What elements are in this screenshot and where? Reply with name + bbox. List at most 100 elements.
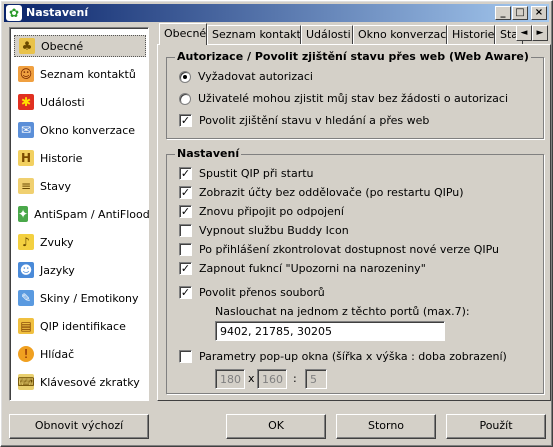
- cancel-button[interactable]: Storno: [336, 414, 436, 439]
- check-web-search[interactable]: ✓ Povolit zjištění stavu v hledání a pře…: [179, 114, 429, 127]
- radio-label: Vyžadovat autorizaci: [198, 70, 313, 83]
- qip-flower-icon: ✿: [6, 5, 22, 21]
- sidebar-item-languages[interactable]: ☻ Jazyky: [14, 259, 146, 281]
- history-icon: H: [18, 150, 34, 166]
- tab-history[interactable]: Historie: [447, 25, 495, 44]
- language-icon: ☻: [18, 262, 34, 278]
- auth-group: Autorizace / Povolit zjištění stavu přes…: [166, 50, 544, 139]
- checkbox-label: Zapnout fukncí "Upozorni na narozeniny": [199, 262, 426, 275]
- maximize-button[interactable]: □: [512, 6, 528, 20]
- checkbox-label: Parametry pop-up okna (šířka x výška : d…: [199, 350, 507, 363]
- sidebar-item-label: Klávesové zkratky: [40, 375, 140, 389]
- checkbox[interactable]: ✓: [179, 205, 192, 218]
- checkbox-label: Povolit přenos souborů: [199, 286, 325, 299]
- sidebar-item-history[interactable]: H Historie: [14, 147, 146, 169]
- popup-width-input[interactable]: 180: [215, 369, 245, 389]
- popup-height-input[interactable]: 160: [257, 369, 287, 389]
- ports-input[interactable]: 9402, 21785, 30205: [215, 321, 445, 341]
- title-bar[interactable]: ✿ Nastavení _ □ ×: [4, 4, 549, 22]
- tab-general[interactable]: Obecné: [159, 23, 207, 45]
- popup-colon-separator: :: [293, 372, 297, 385]
- apply-button[interactable]: Použít: [446, 414, 546, 439]
- minimize-button[interactable]: _: [495, 6, 511, 20]
- sidebar-item-label: Hlídač: [40, 347, 75, 361]
- auth-group-title: Autorizace / Povolit zjištění stavu přes…: [175, 50, 531, 63]
- skins-icon: ✎: [18, 290, 34, 306]
- reset-defaults-button[interactable]: Obnovit výchozí: [9, 414, 149, 439]
- ok-button[interactable]: OK: [226, 414, 326, 439]
- settings-category-list[interactable]: ♣ Obecné ☺ Seznam kontaktů ✱ Události ✉ …: [9, 27, 150, 401]
- window-controls: _ □ ×: [494, 6, 547, 20]
- check-buddy-icon[interactable]: Vypnout službu Buddy Icon: [179, 224, 349, 237]
- sidebar-item-label: Události: [40, 95, 85, 109]
- tab-contacts[interactable]: Seznam kontaktů: [207, 25, 301, 44]
- checkbox[interactable]: ✓: [179, 286, 192, 299]
- checkbox-label: Po přihlášení zkontrolovat dostupnost no…: [199, 243, 500, 256]
- radio-require-auth[interactable]: Vyžadovat autorizaci: [179, 70, 313, 83]
- checkbox[interactable]: ✓: [179, 262, 192, 275]
- contacts-icon: ☺: [18, 66, 34, 82]
- window-title: Nastavení: [26, 6, 89, 19]
- check-popup-params[interactable]: Parametry pop-up okna (šířka x výška : d…: [179, 350, 507, 363]
- qip-id-icon: ▤: [18, 318, 34, 334]
- status-icon: ≡: [18, 178, 34, 194]
- tab-strip: Obecné Seznam kontaktů Události Okno kon…: [157, 23, 551, 45]
- settings-window: ✿ Nastavení _ □ × ♣ Obecné ☺ Seznam kont…: [0, 0, 553, 447]
- close-button[interactable]: ×: [531, 6, 547, 20]
- checkbox[interactable]: ✓: [179, 167, 192, 180]
- checkbox-label: Zobrazit účty bez oddělovače (po restart…: [199, 186, 464, 199]
- checkbox[interactable]: [179, 350, 192, 363]
- radio-no-auth[interactable]: Uživatelé mohou zjistit můj stav bez žád…: [179, 92, 508, 105]
- sidebar-item-sounds[interactable]: ♪ Zvuky: [14, 231, 146, 253]
- sidebar-item-label: Okno konverzace: [40, 123, 136, 137]
- events-icon: ✱: [18, 94, 34, 110]
- check-autostart[interactable]: ✓ Spustit QIP při startu: [179, 167, 314, 180]
- tab-scroll-left-icon[interactable]: ◄: [516, 25, 532, 41]
- hotkeys-icon: ⌨: [17, 374, 35, 390]
- sidebar-item-label: Seznam kontaktů: [40, 67, 136, 81]
- radio-button[interactable]: [179, 92, 191, 105]
- sidebar-item-hotkeys[interactable]: ⌨ Klávesové zkratky: [14, 371, 146, 393]
- sidebar-item-events[interactable]: ✱ Události: [14, 91, 146, 113]
- settings-icon: ♣: [19, 38, 35, 54]
- sidebar-item-watcher[interactable]: ! Hlídač: [14, 343, 146, 365]
- checkbox-label: Znovu připojit po odpojení: [199, 205, 344, 218]
- sidebar-item-contacts[interactable]: ☺ Seznam kontaktů: [14, 63, 146, 85]
- sidebar-item-label: Zvuky: [40, 235, 74, 249]
- sidebar-item-status[interactable]: ≡ Stavy: [14, 175, 146, 197]
- tab-events[interactable]: Události: [301, 25, 353, 44]
- radio-button[interactable]: [179, 70, 191, 83]
- settings-group-title: Nastavení: [175, 147, 242, 160]
- checkbox[interactable]: [179, 224, 192, 237]
- checkbox[interactable]: ✓: [179, 114, 192, 127]
- sidebar-item-antispam[interactable]: ✦ AntiSpam / AntiFlood: [14, 203, 150, 225]
- checkbox-label: Spustit QIP při startu: [199, 167, 314, 180]
- sidebar-item-label: Obecné: [41, 39, 84, 53]
- sidebar-item-label: Stavy: [40, 179, 72, 193]
- sidebar-item-skins[interactable]: ✎ Skiny / Emotikony: [14, 287, 146, 309]
- watcher-icon: !: [18, 346, 34, 362]
- checkbox[interactable]: ✓: [179, 186, 192, 199]
- sidebar-item-label: Jazyky: [40, 263, 75, 277]
- check-reconnect[interactable]: ✓ Znovu připojit po odpojení: [179, 205, 344, 218]
- ports-label: Naslouchat na jednom z těchto portů (max…: [215, 305, 470, 318]
- sidebar-item-label: AntiSpam / AntiFlood: [34, 207, 150, 221]
- checkbox-label: Povolit zjištění stavu v hledání a přes …: [199, 114, 430, 127]
- tab-chat-window[interactable]: Okno konverzace: [353, 25, 447, 44]
- antispam-icon: ✦: [18, 206, 29, 222]
- sidebar-item-general[interactable]: ♣ Obecné: [14, 35, 146, 57]
- sound-icon: ♪: [18, 234, 34, 250]
- tab-scroll-controls: ◄ ►: [516, 25, 548, 41]
- check-separators[interactable]: ✓ Zobrazit účty bez oddělovače (po resta…: [179, 186, 464, 199]
- check-new-version[interactable]: Po přihlášení zkontrolovat dostupnost no…: [179, 243, 499, 256]
- chat-window-icon: ✉: [18, 122, 34, 138]
- sidebar-item-qip-id[interactable]: ▤ QIP identifikace: [14, 315, 146, 337]
- radio-label: Uživatelé mohou zjistit můj stav bez žád…: [198, 92, 508, 105]
- popup-time-input[interactable]: 5: [305, 369, 327, 389]
- check-birthday[interactable]: ✓ Zapnout fukncí "Upozorni na narozeniny…: [179, 262, 426, 275]
- sidebar-item-chat-window[interactable]: ✉ Okno konverzace: [14, 119, 146, 141]
- settings-group: Nastavení ✓ Spustit QIP při startu ✓ Zob…: [166, 147, 544, 394]
- tab-scroll-right-icon[interactable]: ►: [532, 25, 548, 41]
- check-file-transfer[interactable]: ✓ Povolit přenos souborů: [179, 286, 325, 299]
- checkbox[interactable]: [179, 243, 192, 256]
